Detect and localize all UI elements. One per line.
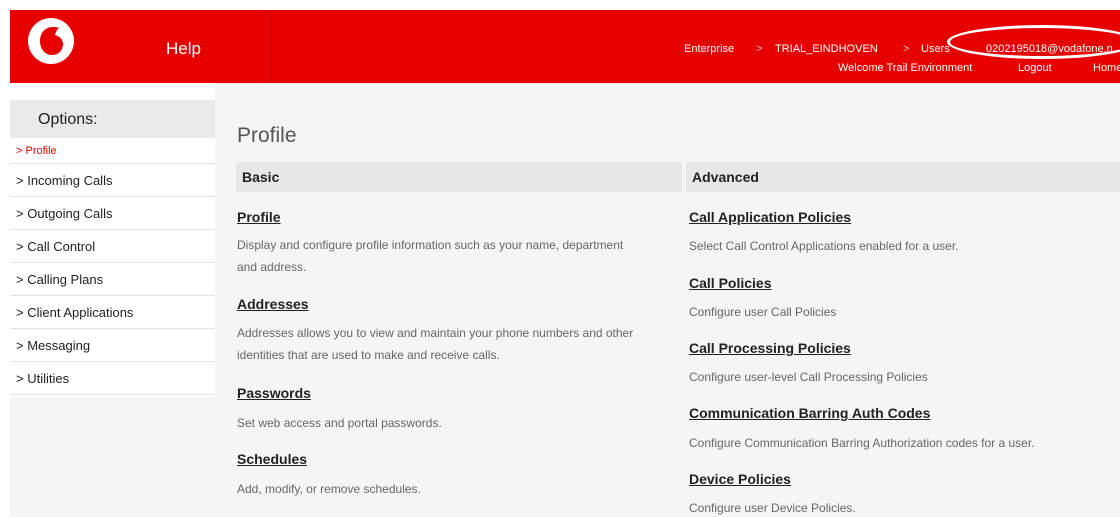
sidebar-item-outgoing-calls[interactable]: > Outgoing Calls [10,197,215,230]
sidebar-empty-area [10,397,215,517]
profile-description: Display and configure profile informatio… [237,238,624,274]
sidebar-item-messaging[interactable]: > Messaging [10,329,215,362]
device-policies-description: Configure user Device Policies. [689,501,856,515]
addresses-description: Addresses allows you to view and maintai… [237,326,634,362]
breadcrumb-separator: > [903,43,910,55]
schedules-link[interactable]: Schedules [237,451,307,467]
sidebar-item-client-applications[interactable]: > Client Applications [10,296,215,329]
welcome-text: Welcome Trail Environment [838,62,973,74]
communication-barring-auth-codes-description: Configure Communication Barring Authoriz… [689,436,1035,450]
communication-barring-auth-codes-link[interactable]: Communication Barring Auth Codes [689,405,930,421]
advanced-section-header: Advanced [686,162,1120,192]
passwords-link[interactable]: Passwords [237,385,311,401]
call-processing-policies-link[interactable]: Call Processing Policies [689,340,851,356]
basic-section-header: Basic [236,162,682,192]
addresses-link[interactable]: Addresses [237,296,309,312]
breadcrumb-separator: > [756,43,763,55]
breadcrumb-enterprise[interactable]: Enterprise [684,43,734,55]
call-application-policies-description: Select Call Control Applications enabled… [689,239,959,253]
options-title: Options: [10,100,215,138]
call-application-policies-link[interactable]: Call Application Policies [689,209,851,225]
breadcrumb-group[interactable]: TRIAL_EINDHOVEN [775,43,878,55]
home-link[interactable]: Home [1093,62,1120,74]
passwords-description: Set web access and portal passwords. [237,416,442,430]
sidebar-item-calling-plans[interactable]: > Calling Plans [10,263,215,296]
help-label[interactable]: Help [166,39,201,59]
page-title: Profile [237,124,297,147]
header-divider [270,10,271,83]
sidebar-item-profile[interactable]: > Profile [10,138,215,164]
call-policies-description: Configure user Call Policies [689,305,837,319]
logout-link[interactable]: Logout [1018,62,1052,74]
vodafone-logo-icon[interactable] [28,18,74,64]
call-processing-policies-description: Configure user-level Call Processing Pol… [689,370,928,384]
schedules-description: Add, modify, or remove schedules. [237,482,421,496]
options-sidebar: Options: > Profile > Incoming Calls > Ou… [10,100,215,395]
breadcrumb-users[interactable]: Users [921,43,950,55]
sidebar-item-utilities[interactable]: > Utilities [10,362,215,395]
call-policies-link[interactable]: Call Policies [689,275,771,291]
sidebar-item-incoming-calls[interactable]: > Incoming Calls [10,164,215,197]
device-policies-link[interactable]: Device Policies [689,471,791,487]
sidebar-item-call-control[interactable]: > Call Control [10,230,215,263]
profile-link[interactable]: Profile [237,209,281,225]
